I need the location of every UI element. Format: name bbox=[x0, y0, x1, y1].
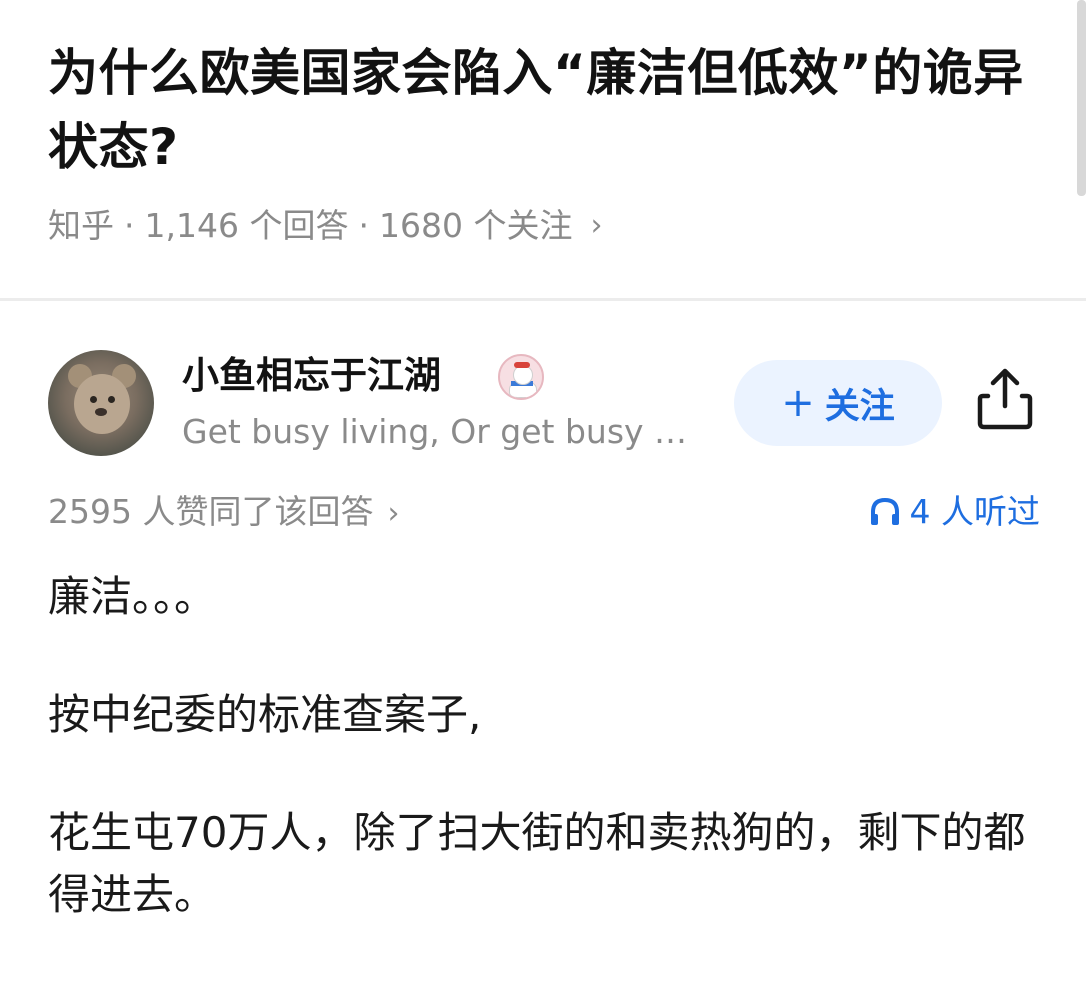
followers-count: 1680 个关注 bbox=[378, 206, 573, 245]
avatar-face bbox=[74, 374, 130, 434]
answer-paragraph: 按中纪委的标准查案子, bbox=[48, 690, 482, 739]
snowman-badge-icon[interactable] bbox=[498, 354, 544, 400]
avatar-nose bbox=[95, 408, 107, 416]
plus-icon: + bbox=[781, 380, 815, 426]
snowman-head bbox=[513, 365, 533, 385]
vote-count[interactable]: 2595 人赞同了该回答 › bbox=[48, 490, 399, 536]
headphones-icon bbox=[870, 497, 899, 525]
share-icon[interactable] bbox=[974, 366, 1036, 432]
meta-separator: · bbox=[358, 206, 369, 245]
chevron-right-icon: › bbox=[590, 208, 603, 243]
answer-body: 廉洁。。。 按中纪委的标准查案子, 花生屯70万人，除了扫大街的和卖热狗的，剩下… bbox=[48, 566, 1048, 982]
avatar-eye-right bbox=[108, 396, 115, 403]
author-name[interactable]: 小鱼相忘于江湖 bbox=[182, 352, 441, 400]
answers-count: 1,146 个回答 bbox=[144, 206, 349, 245]
answer-paragraph: 廉洁。。。 bbox=[48, 572, 217, 621]
author-avatar[interactable] bbox=[48, 350, 154, 456]
answer-paragraph: 花生屯70万人，除了扫大街的和卖热狗的，剩下的都得进去。 bbox=[48, 808, 1026, 919]
answer-page: 为什么欧美国家会陷入“廉洁但低效”的诡异状态? 知乎 · 1,146 个回答 ·… bbox=[0, 0, 1086, 982]
snowman-hat bbox=[514, 362, 530, 368]
source-label: 知乎 bbox=[48, 206, 114, 245]
follow-label: 关注 bbox=[824, 386, 895, 427]
section-divider bbox=[0, 298, 1086, 301]
meta-separator: · bbox=[124, 206, 135, 245]
scroll-indicator[interactable] bbox=[1077, 0, 1086, 196]
author-bio: Get busy living, Or get busy … bbox=[182, 412, 688, 451]
question-meta[interactable]: 知乎 · 1,146 个回答 · 1680 个关注 › bbox=[48, 204, 602, 248]
avatar-eye-left bbox=[90, 396, 97, 403]
listen-info[interactable]: 4 人听过 bbox=[868, 490, 1041, 534]
chevron-right-icon: › bbox=[387, 496, 400, 531]
vote-count-text: 2595 人赞同了该回答 bbox=[48, 492, 374, 531]
follow-button[interactable]: + 关注 bbox=[734, 360, 942, 446]
listen-count: 4 人听过 bbox=[909, 492, 1041, 531]
question-title[interactable]: 为什么欧美国家会陷入“廉洁但低效”的诡异状态? bbox=[48, 36, 1048, 184]
